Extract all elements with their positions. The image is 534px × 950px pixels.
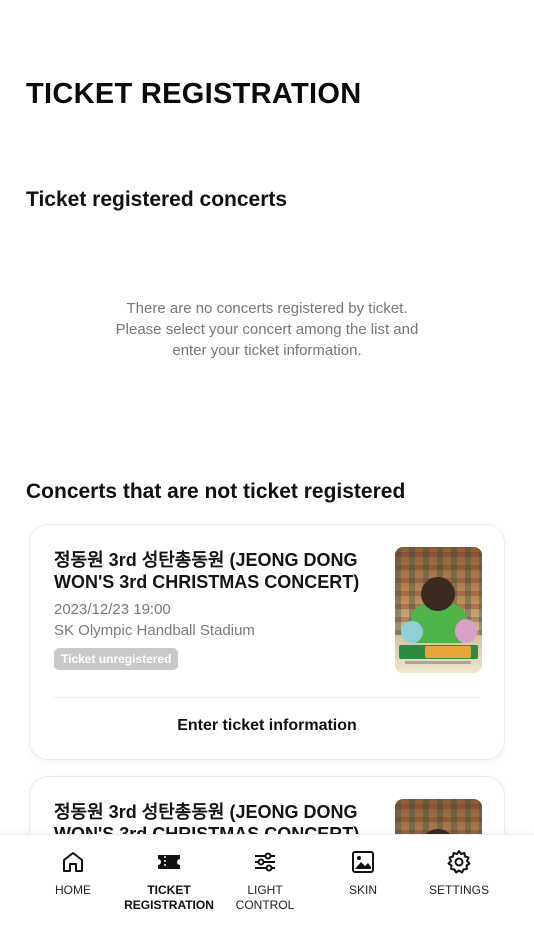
ticket-icon: [158, 855, 180, 869]
image-icon: [352, 851, 374, 873]
empty-state-line: enter your ticket information.: [172, 342, 362, 359]
nav-settings[interactable]: SETTINGS: [404, 849, 514, 898]
page-title: TICKET REGISTRATION: [26, 78, 362, 110]
status-badge: Ticket unregistered: [54, 648, 179, 670]
concert-poster: [395, 547, 482, 673]
card-divider: [54, 697, 480, 698]
gear-icon: [447, 850, 471, 874]
nav-home[interactable]: HOME: [18, 849, 128, 898]
nav-label: HOME: [55, 883, 91, 897]
registered-section-title: Ticket registered concerts: [26, 188, 288, 211]
concert-datetime: 2023/12/23 19:00: [54, 601, 171, 618]
unregistered-section-title: Concerts that are not ticket registered: [26, 480, 406, 503]
concert-venue: SK Olympic Handball Stadium: [54, 622, 255, 639]
concert-card[interactable]: 정동원 3rd 성탄총동원 (JEONG DONG WON'S 3rd CHRI…: [30, 525, 504, 759]
bottom-navigation: HOME TICKET REGISTRATION LIGHT CONTROL S…: [0, 834, 534, 950]
enter-ticket-info-button[interactable]: Enter ticket information: [30, 717, 504, 735]
sliders-icon: [255, 852, 275, 872]
nav-label: LIGHT CONTROL: [235, 883, 295, 912]
nav-label: TICKET REGISTRATION: [124, 883, 214, 912]
concert-title: 정동원 3rd 성탄총동원 (JEONG DONG WON'S 3rd CHRI…: [54, 550, 360, 592]
nav-label: SETTINGS: [428, 883, 489, 897]
home-icon: [63, 852, 83, 872]
nav-skin[interactable]: SKIN: [308, 849, 418, 898]
nav-light-control[interactable]: LIGHT CONTROL: [210, 849, 320, 913]
nav-ticket-registration[interactable]: TICKET REGISTRATION: [114, 849, 224, 913]
empty-state-line: Please select your concert among the lis…: [115, 321, 419, 338]
nav-label: SKIN: [348, 883, 377, 897]
empty-state-line: There are no concerts registered by tick…: [126, 300, 408, 317]
empty-state-message: There are no concerts registered by tick…: [0, 298, 534, 361]
